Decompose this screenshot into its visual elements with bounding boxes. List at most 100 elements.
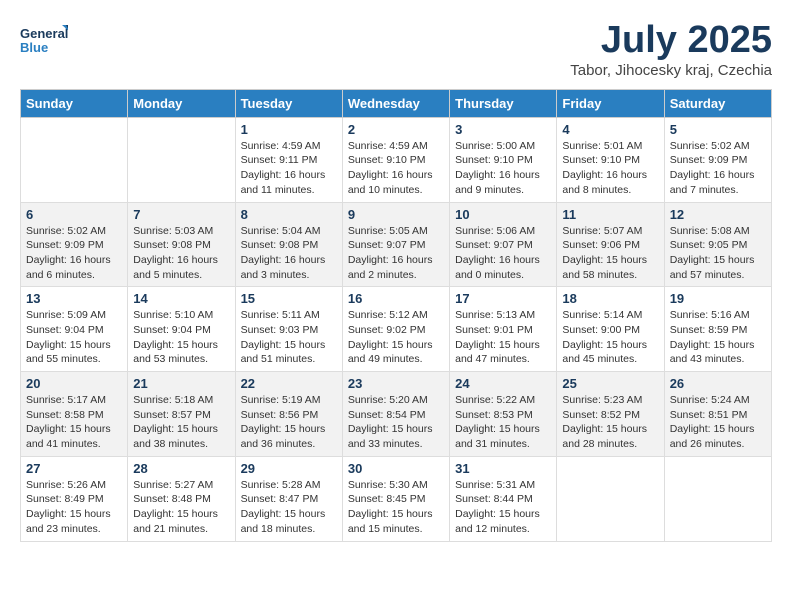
- day-number: 23: [348, 376, 444, 391]
- calendar-cell: 12 Sunrise: 5:08 AM Sunset: 9:05 PM Dayli…: [664, 202, 771, 287]
- day-info: Sunrise: 5:13 AM Sunset: 9:01 PM Dayligh…: [455, 308, 551, 367]
- day-info: Sunrise: 5:30 AM Sunset: 8:45 PM Dayligh…: [348, 478, 444, 537]
- day-info: Sunrise: 5:20 AM Sunset: 8:54 PM Dayligh…: [348, 393, 444, 452]
- day-number: 12: [670, 207, 766, 222]
- calendar-cell: 15Sunrise: 5:11 AM Sunset: 9:03 PM Dayli…: [235, 287, 342, 372]
- day-info: Sunrise: 5:18 AM Sunset: 8:57 PM Dayligh…: [133, 393, 229, 452]
- day-number: 21: [133, 376, 229, 391]
- calendar-cell: 28 Sunrise: 5:27 AM Sunset: 8:48 PM Dayli…: [128, 456, 235, 541]
- day-number: 25: [562, 376, 658, 391]
- day-number: 29: [241, 461, 337, 476]
- week-row-1: 1 Sunrise: 4:59 AM Sunset: 9:11 PM Daylig…: [21, 117, 772, 202]
- day-info: Sunrise: 5:12 AM Sunset: 9:02 PM Dayligh…: [348, 308, 444, 367]
- day-number: 28: [133, 461, 229, 476]
- day-number: 7: [133, 207, 229, 222]
- calendar-cell: 5 Sunrise: 5:02 AM Sunset: 9:09 PM Daylig…: [664, 117, 771, 202]
- calendar-cell: 13Sunrise: 5:09 AM Sunset: 9:04 PM Dayli…: [21, 287, 128, 372]
- calendar-cell: 26 Sunrise: 5:24 AM Sunset: 8:51 PM Dayli…: [664, 372, 771, 457]
- day-number: 8: [241, 207, 337, 222]
- calendar-cell: [557, 456, 664, 541]
- day-number: 2: [348, 122, 444, 137]
- header-row: SundayMondayTuesdayWednesdayThursdayFrid…: [21, 89, 772, 117]
- day-info: Sunrise: 5:05 AM Sunset: 9:07 PM Dayligh…: [348, 224, 444, 283]
- calendar-cell: 8 Sunrise: 5:04 AM Sunset: 9:08 PM Daylig…: [235, 202, 342, 287]
- calendar-cell: 16 Sunrise: 5:12 AM Sunset: 9:02 PM Dayli…: [342, 287, 449, 372]
- day-info: Sunrise: 4:59 AM Sunset: 9:11 PM Dayligh…: [241, 139, 337, 198]
- day-number: 16: [348, 291, 444, 306]
- title-block: July 2025 Tabor, Jihocesky kraj, Czechia: [570, 20, 772, 79]
- day-number: 19: [670, 291, 766, 306]
- day-number: 24: [455, 376, 551, 391]
- calendar-cell: 25 Sunrise: 5:23 AM Sunset: 8:52 PM Dayli…: [557, 372, 664, 457]
- day-number: 13: [26, 291, 122, 306]
- header-friday: Friday: [557, 89, 664, 117]
- day-info: Sunrise: 5:02 AM Sunset: 9:09 PM Dayligh…: [26, 224, 122, 283]
- day-number: 31: [455, 461, 551, 476]
- calendar-cell: [21, 117, 128, 202]
- calendar-cell: 3 Sunrise: 5:00 AM Sunset: 9:10 PM Daylig…: [450, 117, 557, 202]
- calendar-cell: 17 Sunrise: 5:13 AM Sunset: 9:01 PM Dayli…: [450, 287, 557, 372]
- calendar-cell: [664, 456, 771, 541]
- day-info: Sunrise: 5:00 AM Sunset: 9:10 PM Dayligh…: [455, 139, 551, 198]
- day-info: Sunrise: 5:17 AM Sunset: 8:58 PM Dayligh…: [26, 393, 122, 452]
- day-number: 3: [455, 122, 551, 137]
- calendar-cell: 31Sunrise: 5:31 AM Sunset: 8:44 PM Dayli…: [450, 456, 557, 541]
- calendar-subtitle: Tabor, Jihocesky kraj, Czechia: [570, 62, 772, 79]
- day-info: Sunrise: 5:14 AM Sunset: 9:00 PM Dayligh…: [562, 308, 658, 367]
- day-number: 27: [26, 461, 122, 476]
- calendar-cell: 10 Sunrise: 5:06 AM Sunset: 9:07 PM Dayli…: [450, 202, 557, 287]
- day-info: Sunrise: 5:28 AM Sunset: 8:47 PM Dayligh…: [241, 478, 337, 537]
- svg-text:General: General: [20, 26, 68, 41]
- calendar-cell: 19 Sunrise: 5:16 AM Sunset: 8:59 PM Dayli…: [664, 287, 771, 372]
- day-info: Sunrise: 5:23 AM Sunset: 8:52 PM Dayligh…: [562, 393, 658, 452]
- day-number: 5: [670, 122, 766, 137]
- day-info: Sunrise: 5:24 AM Sunset: 8:51 PM Dayligh…: [670, 393, 766, 452]
- day-info: Sunrise: 5:26 AM Sunset: 8:49 PM Dayligh…: [26, 478, 122, 537]
- calendar-cell: 24 Sunrise: 5:22 AM Sunset: 8:53 PM Dayli…: [450, 372, 557, 457]
- day-number: 15: [241, 291, 337, 306]
- svg-text:Blue: Blue: [20, 40, 48, 55]
- header-wednesday: Wednesday: [342, 89, 449, 117]
- day-info: Sunrise: 5:06 AM Sunset: 9:07 PM Dayligh…: [455, 224, 551, 283]
- logo-icon: General Blue: [20, 20, 68, 64]
- calendar-cell: 6 Sunrise: 5:02 AM Sunset: 9:09 PM Daylig…: [21, 202, 128, 287]
- day-info: Sunrise: 5:03 AM Sunset: 9:08 PM Dayligh…: [133, 224, 229, 283]
- calendar-cell: 7 Sunrise: 5:03 AM Sunset: 9:08 PM Daylig…: [128, 202, 235, 287]
- day-info: Sunrise: 5:01 AM Sunset: 9:10 PM Dayligh…: [562, 139, 658, 198]
- day-number: 4: [562, 122, 658, 137]
- header-tuesday: Tuesday: [235, 89, 342, 117]
- day-info: Sunrise: 5:08 AM Sunset: 9:05 PM Dayligh…: [670, 224, 766, 283]
- day-number: 6: [26, 207, 122, 222]
- week-row-3: 13Sunrise: 5:09 AM Sunset: 9:04 PM Dayli…: [21, 287, 772, 372]
- day-info: Sunrise: 5:16 AM Sunset: 8:59 PM Dayligh…: [670, 308, 766, 367]
- calendar-cell: 11Sunrise: 5:07 AM Sunset: 9:06 PM Dayli…: [557, 202, 664, 287]
- calendar-cell: [128, 117, 235, 202]
- week-row-2: 6 Sunrise: 5:02 AM Sunset: 9:09 PM Daylig…: [21, 202, 772, 287]
- day-number: 30: [348, 461, 444, 476]
- day-number: 26: [670, 376, 766, 391]
- calendar-cell: 29 Sunrise: 5:28 AM Sunset: 8:47 PM Dayli…: [235, 456, 342, 541]
- day-info: Sunrise: 5:19 AM Sunset: 8:56 PM Dayligh…: [241, 393, 337, 452]
- day-number: 14: [133, 291, 229, 306]
- calendar-cell: 20Sunrise: 5:17 AM Sunset: 8:58 PM Dayli…: [21, 372, 128, 457]
- day-info: Sunrise: 5:04 AM Sunset: 9:08 PM Dayligh…: [241, 224, 337, 283]
- day-number: 17: [455, 291, 551, 306]
- day-number: 22: [241, 376, 337, 391]
- day-info: Sunrise: 5:22 AM Sunset: 8:53 PM Dayligh…: [455, 393, 551, 452]
- calendar-cell: 27 Sunrise: 5:26 AM Sunset: 8:49 PM Dayli…: [21, 456, 128, 541]
- header-monday: Monday: [128, 89, 235, 117]
- calendar-cell: 2Sunrise: 4:59 AM Sunset: 9:10 PM Daylig…: [342, 117, 449, 202]
- calendar-cell: 14Sunrise: 5:10 AM Sunset: 9:04 PM Dayli…: [128, 287, 235, 372]
- header-thursday: Thursday: [450, 89, 557, 117]
- day-info: Sunrise: 5:07 AM Sunset: 9:06 PM Dayligh…: [562, 224, 658, 283]
- day-info: Sunrise: 5:02 AM Sunset: 9:09 PM Dayligh…: [670, 139, 766, 198]
- day-info: Sunrise: 5:27 AM Sunset: 8:48 PM Dayligh…: [133, 478, 229, 537]
- calendar-cell: 21 Sunrise: 5:18 AM Sunset: 8:57 PM Dayli…: [128, 372, 235, 457]
- calendar-table: SundayMondayTuesdayWednesdayThursdayFrid…: [20, 89, 772, 542]
- day-number: 9: [348, 207, 444, 222]
- day-number: 10: [455, 207, 551, 222]
- calendar-cell: 22 Sunrise: 5:19 AM Sunset: 8:56 PM Dayli…: [235, 372, 342, 457]
- day-number: 1: [241, 122, 337, 137]
- calendar-cell: 4 Sunrise: 5:01 AM Sunset: 9:10 PM Daylig…: [557, 117, 664, 202]
- calendar-cell: 18Sunrise: 5:14 AM Sunset: 9:00 PM Dayli…: [557, 287, 664, 372]
